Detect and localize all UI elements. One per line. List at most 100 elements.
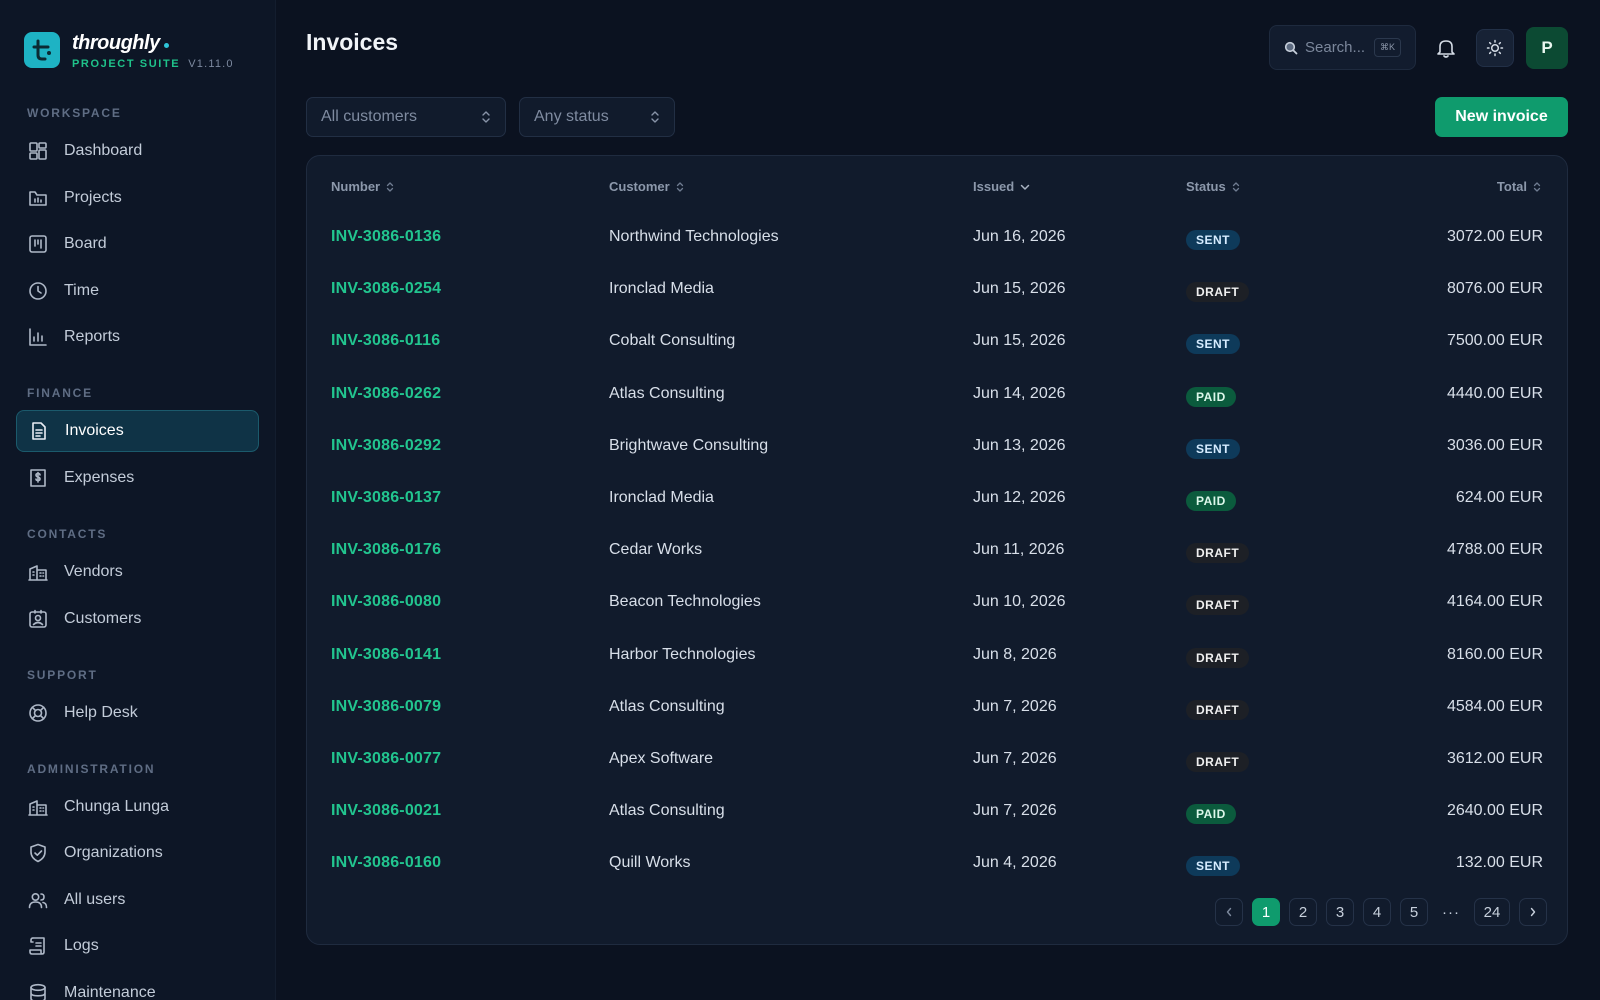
new-invoice-button[interactable]: New invoice: [1435, 97, 1568, 137]
page-button-2[interactable]: 2: [1289, 898, 1317, 926]
table-row[interactable]: INV-3086-0116 Cobalt Consulting Jun 15, …: [307, 318, 1567, 370]
theme-toggle-button[interactable]: [1476, 28, 1514, 67]
table-row[interactable]: INV-3086-0254 Ironclad Media Jun 15, 202…: [307, 266, 1567, 318]
invoice-number-link[interactable]: INV-3086-0141: [331, 646, 441, 664]
column-label: Customer: [609, 179, 670, 194]
sidebar-item-all-users[interactable]: All users: [16, 879, 259, 921]
sidebar-item-label: Organizations: [64, 844, 163, 862]
status-filter-select[interactable]: Any status: [519, 97, 675, 137]
customer-filter-select[interactable]: All customers: [306, 97, 506, 137]
brand-suite: PROJECT SUITE: [72, 58, 181, 70]
invoice-customer: Harbor Technologies: [609, 645, 756, 663]
table-row[interactable]: INV-3086-0021 Atlas Consulting Jun 7, 20…: [307, 788, 1567, 840]
status-filter-value: Any status: [534, 108, 609, 125]
sidebar-item-chunga-lunga[interactable]: Chunga Lunga: [16, 786, 259, 828]
expenses-icon: [27, 467, 49, 489]
page-button-4[interactable]: 4: [1363, 898, 1391, 926]
column-label: Total: [1496, 179, 1527, 194]
status-badge: SENT: [1186, 334, 1241, 355]
notifications-button[interactable]: [1428, 25, 1464, 70]
search-placeholder: Search...: [1305, 39, 1366, 56]
sidebar-item-label: Vendors: [64, 562, 123, 580]
invoice-number-link[interactable]: INV-3086-0077: [331, 750, 441, 768]
invoice-customer: Cobalt Consulting: [609, 332, 736, 350]
sidebar-item-label: Chunga Lunga: [64, 797, 169, 815]
table-row[interactable]: INV-3086-0160 Quill Works Jun 4, 2026 SE…: [307, 840, 1567, 892]
invoice-number-link[interactable]: INV-3086-0262: [331, 385, 441, 403]
invoice-customer: Cedar Works: [609, 541, 703, 559]
app-root: throughly PROJECT SUITE V1.11.0 WORKSPAC…: [0, 0, 1600, 1000]
sidebar-item-time[interactable]: Time: [16, 270, 259, 312]
page-button-1[interactable]: 1: [1252, 898, 1280, 926]
nav-section-workspace: WORKSPACE Dashboard Projects Board Time Repor…: [16, 106, 259, 358]
nav-section-heading: CONTACTS: [27, 526, 108, 541]
customer-filter-value: All customers: [321, 108, 418, 125]
dashboard-icon: [27, 140, 49, 162]
database-icon: [27, 982, 49, 1000]
main-content: Invoices Search... ⌘K P All customers An…: [276, 0, 1600, 1000]
column-header-status[interactable]: Status: [1186, 179, 1240, 194]
invoice-number-link[interactable]: INV-3086-0292: [331, 437, 441, 455]
sidebar-item-organizations[interactable]: Organizations: [16, 832, 259, 874]
invoice-customer: Atlas Consulting: [609, 697, 725, 715]
nav-section-heading: WORKSPACE: [27, 106, 122, 120]
sidebar-item-projects[interactable]: Projects: [16, 177, 259, 219]
column-header-total[interactable]: Total: [1497, 179, 1541, 194]
column-header-number[interactable]: Number: [331, 179, 394, 194]
invoice-total: 4788.00 EUR: [1446, 541, 1543, 559]
scroll-icon: [27, 935, 49, 957]
table-row[interactable]: INV-3086-0077 Apex Software Jun 7, 2026 …: [307, 736, 1567, 788]
brand-logo-icon: [24, 32, 60, 68]
invoice-number-link[interactable]: INV-3086-0080: [331, 593, 441, 611]
table-row[interactable]: INV-3086-0141 Harbor Technologies Jun 8,…: [307, 632, 1567, 684]
page-button-last[interactable]: 24: [1474, 898, 1510, 926]
sidebar-item-dashboard[interactable]: Dashboard: [16, 130, 259, 172]
sidebar-item-help-desk[interactable]: Help Desk: [16, 692, 259, 734]
page-title: Invoices: [306, 29, 399, 55]
sidebar-item-vendors[interactable]: Vendors: [16, 551, 259, 593]
sidebar-item-customers[interactable]: Customers: [16, 598, 259, 640]
sidebar-item-maintenance[interactable]: Maintenance: [16, 972, 259, 1000]
table-row[interactable]: INV-3086-0079 Atlas Consulting Jun 7, 20…: [307, 684, 1567, 736]
page-button-3[interactable]: 3: [1326, 898, 1354, 926]
invoice-number-link[interactable]: INV-3086-0160: [331, 854, 441, 872]
sidebar-item-invoices[interactable]: Invoices: [16, 410, 259, 453]
sidebar-item-expenses[interactable]: Expenses: [16, 457, 259, 499]
table-row[interactable]: INV-3086-0137 Ironclad Media Jun 12, 202…: [307, 475, 1567, 527]
avatar[interactable]: P: [1526, 26, 1568, 69]
sidebar-item-reports[interactable]: Reports: [16, 316, 259, 358]
invoice-number-link[interactable]: INV-3086-0254: [331, 280, 441, 298]
table-row[interactable]: INV-3086-0176 Cedar Works Jun 11, 2026 D…: [307, 527, 1567, 579]
status-badge: SENT: [1186, 438, 1241, 459]
invoice-number-link[interactable]: INV-3086-0116: [331, 332, 440, 350]
sidebar-item-label: Invoices: [65, 422, 124, 440]
table-row[interactable]: INV-3086-0080 Beacon Technologies Jun 10…: [307, 579, 1567, 631]
page-list: 12345: [1243, 898, 1428, 926]
invoice-customer: Beacon Technologies: [609, 593, 761, 611]
invoice-total: 7500.00 EUR: [1446, 332, 1543, 350]
table-row[interactable]: INV-3086-0136 Northwind Technologies Jun…: [307, 214, 1567, 266]
prev-page-button[interactable]: [1215, 898, 1243, 926]
sidebar-item-label: Dashboard: [64, 142, 143, 159]
invoice-issued-date: Jun 15, 2026: [973, 280, 1066, 298]
status-badge: SENT: [1186, 856, 1241, 877]
sort-icon: [676, 181, 684, 193]
users-icon: [27, 889, 49, 911]
column-header-customer[interactable]: Customer: [609, 179, 684, 194]
sidebar-item-board[interactable]: Board: [16, 223, 259, 265]
invoice-number-link[interactable]: INV-3086-0136: [331, 228, 441, 246]
invoice-number-link[interactable]: INV-3086-0079: [331, 698, 441, 716]
table-row[interactable]: INV-3086-0292 Brightwave Consulting Jun …: [307, 423, 1567, 475]
status-badge: DRAFT: [1186, 751, 1250, 772]
column-header-issued[interactable]: Issued: [973, 179, 1030, 194]
invoice-number-link[interactable]: INV-3086-0176: [331, 541, 441, 559]
next-page-button[interactable]: [1519, 898, 1547, 926]
sidebar-item-label: Expenses: [64, 468, 135, 486]
invoice-number-link[interactable]: INV-3086-0021: [331, 802, 441, 820]
brand[interactable]: throughly PROJECT SUITE V1.11.0: [16, 32, 259, 78]
page-button-5[interactable]: 5: [1400, 898, 1428, 926]
table-row[interactable]: INV-3086-0262 Atlas Consulting Jun 14, 2…: [307, 371, 1567, 423]
search-input[interactable]: Search... ⌘K: [1269, 25, 1416, 70]
sidebar-item-logs[interactable]: Logs: [16, 925, 259, 967]
invoice-number-link[interactable]: INV-3086-0137: [331, 489, 441, 507]
